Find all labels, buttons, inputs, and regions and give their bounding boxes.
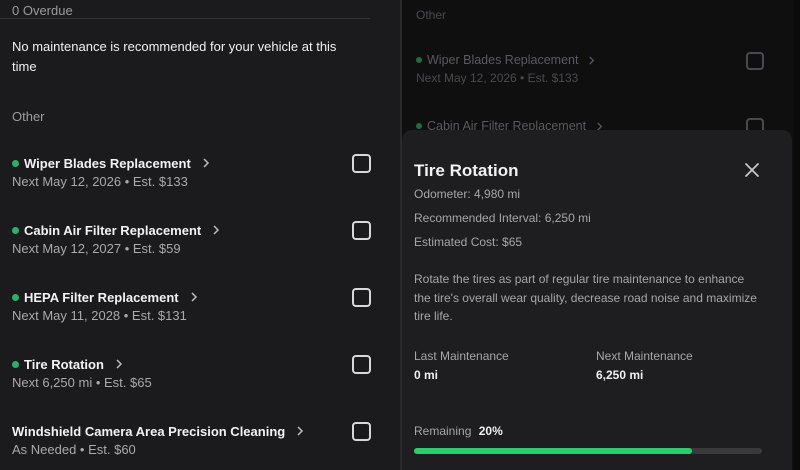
close-icon[interactable]: [744, 162, 760, 178]
item-title: Wiper Blades Replacement: [12, 154, 212, 172]
remaining-row: Remaining 20%: [414, 424, 503, 438]
maintenance-list-pane: 0 Overdue No maintenance is recommended …: [0, 0, 400, 470]
item-schedule: Next May 12, 2026 • Est. $133: [416, 71, 579, 85]
item-label: Wiper Blades Replacement: [427, 53, 579, 67]
last-maintenance-value: 0 mi: [414, 368, 439, 382]
remaining-value: 20%: [478, 424, 503, 438]
chevron-right-icon: [297, 426, 304, 436]
section-divider: [0, 18, 370, 19]
item-schedule: Next May 12, 2026 • Est. $133: [12, 174, 188, 189]
recommended-interval-text: Recommended Interval: 6,250 mi: [414, 211, 591, 225]
maintenance-item-hepa-filter[interactable]: HEPA Filter Replacement Next May 11, 202…: [0, 288, 400, 338]
item-label: Tire Rotation: [24, 356, 104, 372]
chevron-right-icon: [203, 158, 209, 168]
other-heading: Other: [12, 109, 45, 124]
item-title: Tire Rotation: [12, 355, 125, 373]
item-checkbox: [746, 52, 764, 70]
item-label: Windshield Camera Area Precision Cleanin…: [12, 423, 286, 439]
item-checkbox[interactable]: [352, 288, 371, 307]
item-checkbox[interactable]: [352, 221, 371, 240]
item-title: Windshield Camera Area Precision Cleanin…: [12, 422, 306, 440]
chevron-right-icon: [589, 55, 595, 65]
no-maintenance-notice: No maintenance is recommended for your v…: [12, 39, 337, 74]
remaining-progress-fill: [414, 448, 693, 454]
chevron-right-icon: [213, 225, 220, 235]
maintenance-item-wiper-blades: Wiper Blades Replacement Next May 12, 20…: [402, 52, 800, 92]
item-label: Wiper Blades Replacement: [24, 155, 191, 171]
next-maintenance-label: Next Maintenance: [596, 349, 693, 363]
maintenance-item-tire-rotation[interactable]: Tire Rotation Next 6,250 mi • Est. $65: [0, 355, 400, 405]
item-checkbox[interactable]: [352, 422, 371, 441]
status-dot-icon: [12, 159, 19, 167]
remaining-progress-bar: [414, 448, 762, 454]
last-maintenance-label: Last Maintenance: [414, 349, 509, 363]
item-title: Cabin Air Filter Replacement: [12, 221, 222, 239]
odometer-text: Odometer: 4,980 mi: [414, 187, 521, 201]
status-dot-icon: [12, 293, 19, 301]
item-checkbox[interactable]: [352, 355, 371, 374]
item-schedule: Next 6,250 mi • Est. $65: [12, 375, 152, 390]
chevron-right-icon: [191, 292, 197, 302]
item-schedule: Next May 11, 2028 • Est. $131: [12, 308, 187, 323]
maintenance-item-windshield-camera-cleaning[interactable]: Windshield Camera Area Precision Cleanin…: [0, 422, 400, 470]
status-dot-icon: [416, 57, 422, 63]
maintenance-item-cabin-air-filter[interactable]: Cabin Air Filter Replacement Next May 12…: [0, 221, 400, 271]
overdue-heading: 0 Overdue: [12, 3, 73, 18]
remaining-label: Remaining: [414, 424, 472, 438]
tire-rotation-detail-sheet: Tire Rotation Odometer: 4,980 mi Recomme…: [402, 130, 792, 470]
description-text: Rotate the tires as part of regular tire…: [414, 272, 757, 323]
maintenance-item-wiper-blades[interactable]: Wiper Blades Replacement Next May 12, 20…: [0, 154, 400, 204]
status-dot-icon: [12, 360, 19, 368]
item-label: Cabin Air Filter Replacement: [24, 222, 202, 238]
chevron-right-icon: [116, 359, 122, 369]
item-title: HEPA Filter Replacement: [12, 288, 200, 306]
status-dot-icon: [12, 226, 19, 234]
item-label: HEPA Filter Replacement: [24, 289, 179, 305]
other-heading: Other: [416, 8, 447, 22]
item-schedule: As Needed • Est. $60: [12, 442, 136, 457]
estimated-cost-text: Estimated Cost: $65: [414, 235, 523, 249]
item-title: Wiper Blades Replacement: [416, 52, 597, 68]
status-dot-icon: [416, 123, 422, 129]
pane-edge: [794, 0, 800, 470]
item-schedule: Next May 12, 2027 • Est. $59: [12, 241, 181, 256]
next-maintenance-value: 6,250 mi: [596, 368, 644, 382]
item-checkbox[interactable]: [352, 154, 371, 173]
sheet-title: Tire Rotation: [414, 161, 519, 180]
